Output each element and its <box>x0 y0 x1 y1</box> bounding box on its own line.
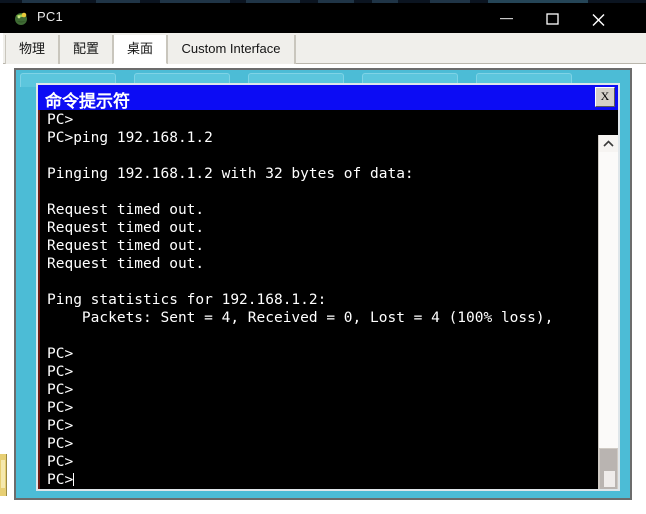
tab-strip-divider <box>295 35 296 64</box>
terminal-line: Request timed out. <box>47 202 205 218</box>
scrollbar-track[interactable] <box>599 152 618 489</box>
terminal-line: PC> <box>47 418 74 434</box>
background-window-edge <box>0 454 7 496</box>
command-prompt-body: PC> PC>ping 192.168.1.2 Pinging 192.168.1… <box>38 110 618 489</box>
command-prompt-titlebar: 命令提示符 X <box>38 85 618 112</box>
packet-tracer-pc-icon <box>14 11 29 26</box>
maximize-icon <box>546 13 559 25</box>
command-prompt-title: 命令提示符 <box>45 92 130 112</box>
terminal-line: Ping statistics for 192.168.1.2: <box>47 292 327 308</box>
simulated-desktop[interactable]: 命令提示符 X PC> PC>ping 192.168.1.2 Pinging 1… <box>14 68 632 500</box>
close-button[interactable] <box>576 3 622 33</box>
terminal-line: PC>ping 192.168.1.2 <box>47 130 213 146</box>
terminal-prompt: PC> <box>47 472 74 488</box>
minimize-button[interactable] <box>484 3 530 33</box>
window-title: PC1 <box>37 9 63 24</box>
command-prompt-close-button[interactable]: X <box>595 87 615 107</box>
terminal-cursor <box>73 473 75 486</box>
window-titlebar: PC1 <box>0 3 646 33</box>
scroll-up-button[interactable] <box>599 135 618 152</box>
terminal-line: Request timed out. <box>47 238 205 254</box>
maximize-button[interactable] <box>530 3 576 33</box>
chevron-up-icon <box>603 140 614 147</box>
close-icon <box>592 14 605 26</box>
terminal-line: Request timed out. <box>47 220 205 236</box>
scrollbar-thumb[interactable] <box>599 448 618 489</box>
terminal-line: PC> <box>47 436 74 452</box>
tab-config[interactable]: 配置 <box>59 35 113 64</box>
terminal-scrollbar[interactable] <box>598 135 618 489</box>
terminal-line: PC> <box>47 364 74 380</box>
desktop-tab-content: 命令提示符 X PC> PC>ping 192.168.1.2 Pinging 1… <box>0 64 646 514</box>
terminal-line: Pinging 192.168.1.2 with 32 bytes of dat… <box>47 166 414 182</box>
command-prompt-window: 命令提示符 X PC> PC>ping 192.168.1.2 Pinging 1… <box>36 83 620 491</box>
terminal-output-text: PC> PC>ping 192.168.1.2 Pinging 192.168.1… <box>47 111 600 489</box>
terminal-line: PC> <box>47 400 74 416</box>
device-tabs: 物理 配置 桌面 Custom Interface <box>0 33 646 64</box>
pc1-device-window: PC1 物理 配置 桌面 Custom Interface 命令提示符 X PC… <box>0 3 646 514</box>
terminal-line: Request timed out. <box>47 256 205 272</box>
tab-desktop[interactable]: 桌面 <box>113 35 167 64</box>
terminal-line: PC> <box>47 346 74 362</box>
terminal-line: PC> <box>47 382 74 398</box>
tab-physical[interactable]: 物理 <box>5 35 59 64</box>
terminal-line: PC> <box>47 454 74 470</box>
terminal-prompt-line: PC> <box>47 471 600 489</box>
minimize-icon <box>500 18 513 20</box>
terminal-line: PC> <box>47 112 74 128</box>
terminal-output-pane[interactable]: PC> PC>ping 192.168.1.2 Pinging 192.168.1… <box>38 110 600 489</box>
tab-custom-interface[interactable]: Custom Interface <box>167 35 295 64</box>
terminal-line: Packets: Sent = 4, Received = 0, Lost = … <box>47 310 554 326</box>
